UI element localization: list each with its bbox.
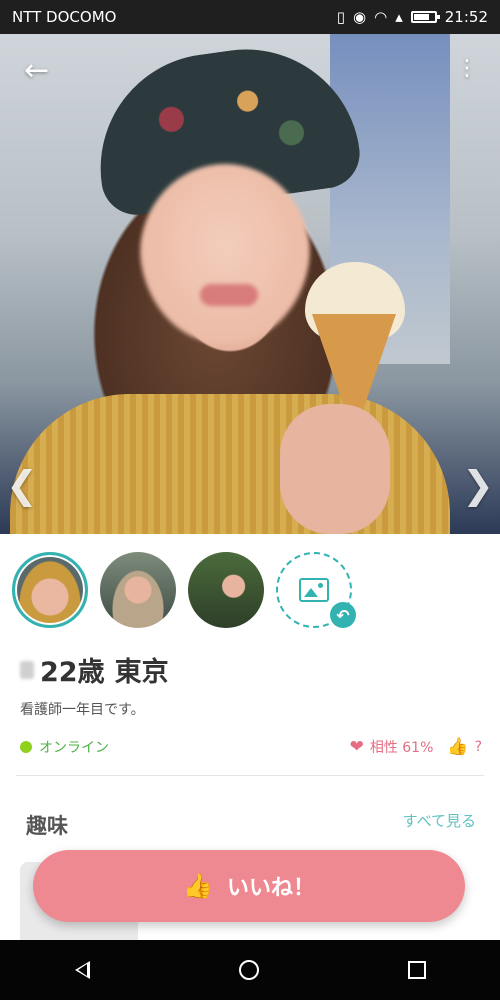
online-dot-icon [20,741,32,753]
see-all-link[interactable]: すべて見る [403,810,476,831]
profile-age: 22歳 [40,657,105,688]
chevron-right-icon[interactable]: ❯ [462,466,494,504]
photo-hand [280,404,390,534]
vibrate-icon: ▯ [336,8,346,26]
reply-icon[interactable]: ↶ [330,602,356,628]
eye-icon: ◉ [353,8,367,26]
wifi-icon: ◠ [374,8,388,26]
nav-home-icon[interactable] [238,960,259,980]
signal-icon: ▴ [395,8,403,26]
profile-location: 東京 [114,657,169,688]
thumbnail-placeholder[interactable]: ↶ [276,552,356,628]
profile-meta: オンライン ❤ 相性 61% 👍 ? [20,737,482,757]
like-button-label: いいね！ [226,876,315,901]
like-count-value: ? [474,739,482,755]
carrier-label: NTT DOCOMO [12,8,117,26]
nickname-blurred [20,660,34,679]
profile-headline: 22歳 東京 [20,650,169,689]
arrow-left-icon[interactable]: ← [24,56,49,86]
android-nav-bar [0,940,500,1000]
thumbnail-1-selected[interactable] [12,552,88,628]
status-icons: ▯ ◉ ◠ ▴ 21:52 [337,8,488,26]
battery-icon [410,11,440,23]
photo-mouth [200,284,258,306]
online-label: オンライン [39,740,109,756]
compatibility-label: 相性 61% [369,740,434,756]
thumbs-up-icon: 👍 [183,872,213,900]
thumbnail-2[interactable] [100,552,176,628]
photo-face [140,164,310,344]
thumbnail-3[interactable] [188,552,264,628]
like-button[interactable]: 👍 いいね！ [33,850,465,922]
status-time: 21:52 [444,8,488,26]
photo-thumbnails: ↶ [12,552,356,628]
like-count[interactable]: 👍 ? [447,737,482,757]
heart-icon: ❤ [349,737,364,757]
divider [16,775,484,776]
profile-photo[interactable]: ← ⋮ ❮ ❯ [0,34,500,534]
profile-bio: 看護師一年目です。 [20,702,145,718]
image-icon [299,578,329,602]
nav-recents-icon[interactable] [407,961,426,979]
chevron-left-icon[interactable]: ❮ [6,466,38,504]
status-bar: NTT DOCOMO ▯ ◉ ◠ ▴ 21:52 [0,0,500,34]
thumbs-up-icon: 👍 [447,737,469,757]
hobby-section-title: 趣味 [26,814,68,838]
compatibility[interactable]: ❤ 相性 61% [350,737,434,757]
nav-back-icon[interactable] [74,961,90,979]
online-status: オンライン [20,737,109,757]
more-vertical-icon[interactable]: ⋮ [456,58,478,80]
